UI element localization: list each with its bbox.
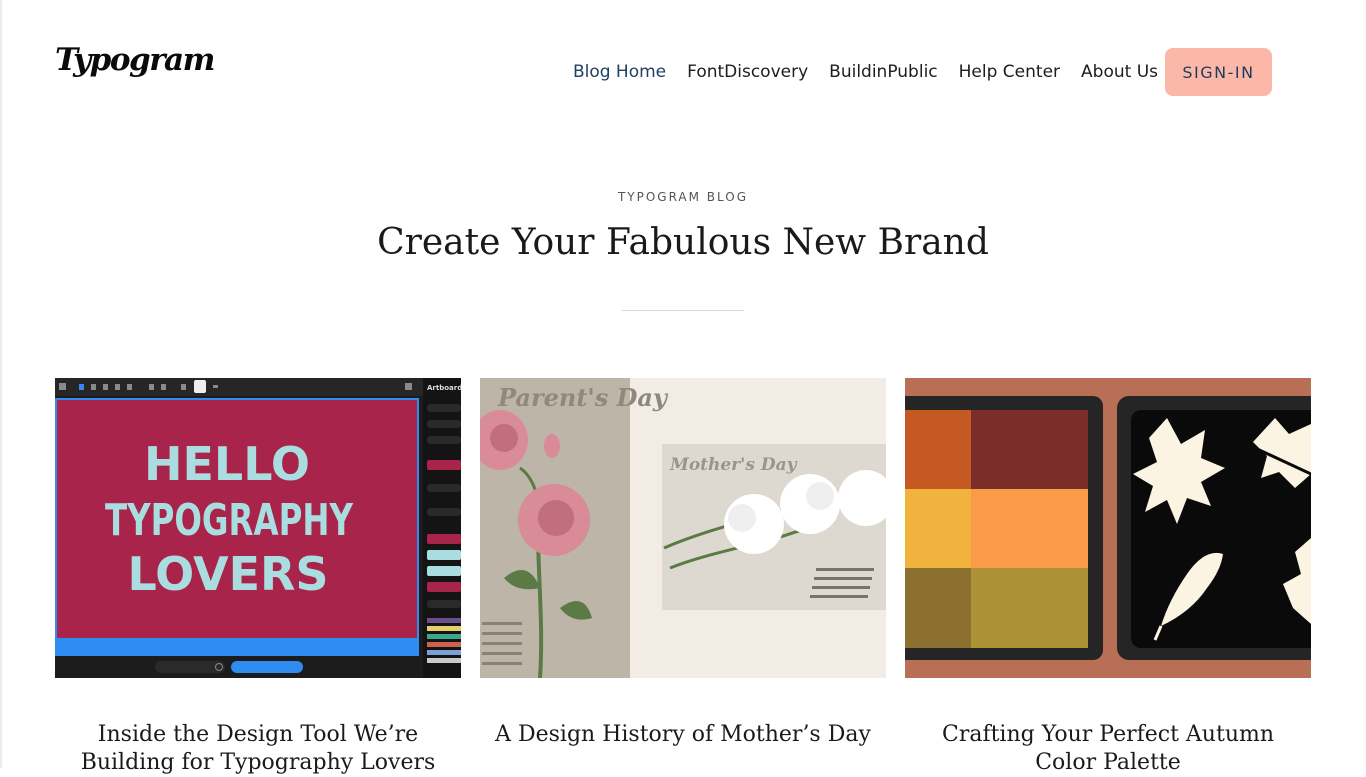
right-card-heading: Mother's Day [669, 455, 798, 475]
autumn-palette-image [905, 378, 1311, 678]
post-card-mothers-day[interactable]: Parent's Day Mother's Day A Design Histo… [480, 378, 886, 749]
post-image-mothers-day[interactable]: Parent's Day Mother's Day [480, 378, 886, 678]
blog-eyebrow: TYPOGRAM BLOG [617, 190, 749, 204]
nav-font-discovery[interactable]: FontDiscovery [687, 62, 808, 82]
post-image-autumn-palette[interactable] [905, 378, 1311, 678]
post-card-design-tool[interactable]: HELLO TYPOGRAPHY LOVERS Artboard Inside … [55, 378, 461, 777]
sign-in-button[interactable]: SIGN-IN [1165, 48, 1272, 96]
post-title[interactable]: A Design History of Mother’s Day [480, 721, 886, 749]
palette-swatches [905, 410, 1088, 648]
site-logo[interactable]: Typogram [55, 42, 215, 78]
title-divider [622, 310, 744, 311]
panel-title: Artboard [427, 384, 461, 392]
post-image-design-tool[interactable]: HELLO TYPOGRAPHY LOVERS Artboard [55, 378, 461, 678]
artwork-line-2: TYPOGRAPHY [105, 495, 354, 546]
artwork-line-3: LOVERS [127, 547, 328, 601]
nav-about-us[interactable]: About Us [1081, 62, 1158, 82]
post-card-autumn-palette[interactable]: Crafting Your Perfect Autumn Color Palet… [905, 378, 1311, 777]
nav-help-center[interactable]: Help Center [959, 62, 1060, 82]
site-header: Typogram Blog Home FontDiscovery Buildin… [0, 0, 1366, 130]
post-title[interactable]: Crafting Your Perfect Autumn Color Palet… [905, 721, 1311, 777]
nav-blog-home[interactable]: Blog Home [573, 62, 666, 82]
left-card-heading: Parent's Day [497, 383, 669, 412]
main-nav: Blog Home FontDiscovery BuildinPublic He… [573, 48, 1272, 96]
vintage-postcards-image: Parent's Day Mother's Day [480, 378, 886, 678]
artwork-line-1: HELLO [144, 437, 310, 491]
design-tool-screenshot: HELLO TYPOGRAPHY LOVERS Artboard [55, 378, 461, 678]
nav-build-in-public[interactable]: BuildinPublic [829, 62, 937, 82]
post-title[interactable]: Inside the Design Tool We’re Building fo… [55, 721, 461, 777]
page-title: Create Your Fabulous New Brand [377, 222, 989, 263]
